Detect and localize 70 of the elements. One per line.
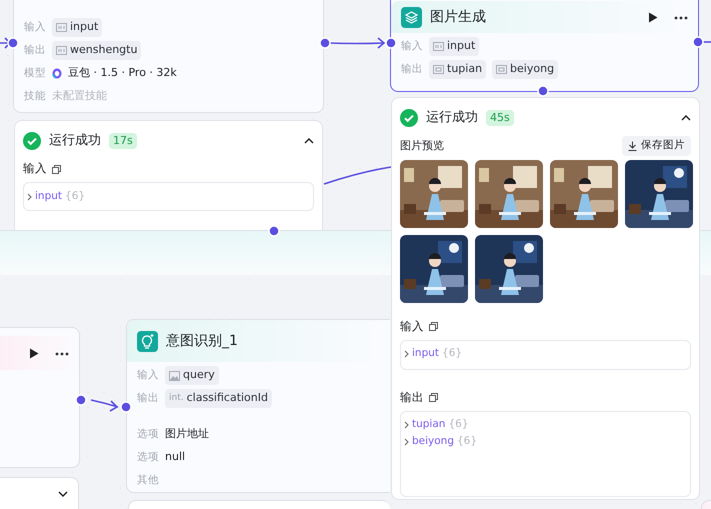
port-dot[interactable] <box>319 37 331 49</box>
node-card[interactable]: 输入 input 输出 wenshengtu 模型 豆包 · 1.5 · Pro · 32k 技能 未配置技能 <box>13 0 324 113</box>
success-check-icon <box>23 132 41 150</box>
status-text: 运行成功 <box>426 109 478 128</box>
field-value: 图片地址 <box>165 426 209 442</box>
connector-arrow <box>90 399 119 412</box>
connector-arrow <box>328 37 385 49</box>
field-label: 选项 <box>137 426 159 442</box>
port-dot[interactable] <box>268 225 280 237</box>
variable-tag: tupian <box>429 60 486 79</box>
play-icon <box>648 12 658 24</box>
node-card[interactable] <box>0 327 80 468</box>
section-title: 输入 <box>400 318 424 336</box>
field-label: 输入 <box>137 368 159 383</box>
tree-item[interactable]: input {6} <box>27 188 310 205</box>
more-icon <box>55 352 69 356</box>
field-label: 输入 <box>24 20 46 35</box>
field-label: 输入 <box>401 38 423 54</box>
port-dot[interactable] <box>537 85 549 97</box>
field-label: 输出 <box>137 390 159 406</box>
model-logo-icon <box>52 68 62 79</box>
variable-tag: wenshengtu <box>52 41 142 60</box>
field-value: 未配置技能 <box>52 88 107 104</box>
section-title: 输入 <box>23 160 47 178</box>
collapse-icon[interactable] <box>681 115 691 121</box>
port-dot[interactable] <box>385 37 397 49</box>
connector-line <box>703 41 711 43</box>
duration-badge: 45s <box>486 110 514 126</box>
duration-badge: 17s <box>109 132 137 150</box>
port-dot[interactable] <box>7 37 19 49</box>
section-title: 输出 <box>400 389 424 406</box>
node-title: 意图识别_1 <box>166 332 238 350</box>
collapse-icon[interactable] <box>304 138 314 144</box>
field-label: 输出 <box>401 62 423 77</box>
copy-icon[interactable] <box>52 164 61 174</box>
connector-line <box>324 166 392 185</box>
save-button[interactable]: 保存图片 <box>622 136 691 156</box>
variable-tag: input <box>52 18 102 37</box>
expand-icon[interactable] <box>58 491 68 497</box>
copy-icon[interactable] <box>429 393 438 402</box>
field-value: null <box>165 449 186 466</box>
type-label: int. <box>169 392 184 405</box>
play-icon <box>29 348 39 360</box>
port-dot[interactable] <box>120 401 132 413</box>
bulb-icon <box>137 330 158 352</box>
field-label: 选项 <box>137 450 159 465</box>
variable-tag: query <box>165 366 219 385</box>
more-icon <box>674 16 688 20</box>
node-title: 图片生成 <box>430 8 486 26</box>
section-title: 图片预览 <box>400 138 444 154</box>
field-label: 其他 <box>137 472 159 488</box>
port-dot[interactable] <box>75 394 87 406</box>
tree-item[interactable]: tupian {6} <box>404 416 687 434</box>
node-card[interactable]: 意图识别_1 输入 query 输出 int. classificationId 选项 图片地址 选项 null 其他 <box>126 319 390 493</box>
status-text: 运行成功 <box>49 132 101 150</box>
field-label: 技能 <box>24 88 46 104</box>
success-check-icon <box>400 109 418 127</box>
variable-tag: int. classificationId <box>165 389 272 408</box>
layers-icon <box>401 6 422 28</box>
tree-item[interactable]: input {6} <box>404 346 687 363</box>
variable-tag: input <box>429 37 480 56</box>
node-card[interactable]: 图片生成 输入 input 输出 tupian beiyong <box>390 0 699 92</box>
variable-tag: beiyong <box>492 60 558 79</box>
port-dot[interactable] <box>692 36 704 48</box>
copy-icon[interactable] <box>429 322 438 332</box>
model-name: 豆包 · 1.5 · Pro · 32k <box>68 65 177 82</box>
download-icon <box>628 140 637 151</box>
field-label: 模型 <box>24 66 46 81</box>
field-label: 输出 <box>24 42 46 58</box>
tree-item[interactable]: beiyong {6} <box>404 434 687 451</box>
